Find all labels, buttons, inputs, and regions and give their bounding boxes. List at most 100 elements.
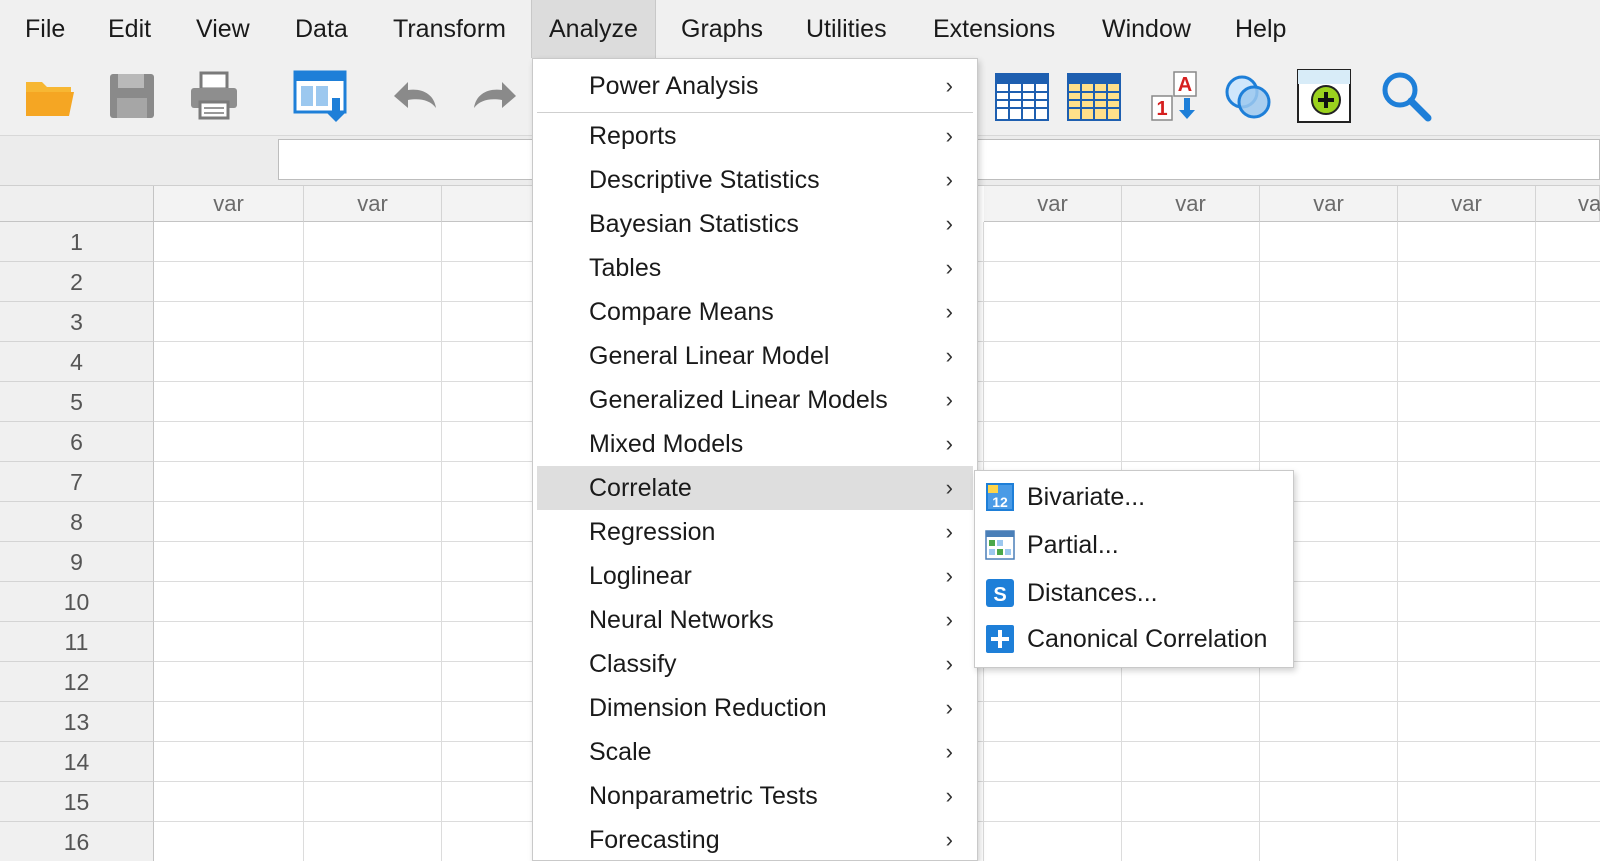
menu-item-dimension-reduction[interactable]: Dimension Reduction › <box>537 686 973 730</box>
menu-edit[interactable]: Edit <box>108 0 151 58</box>
row-header[interactable]: 15 <box>0 782 154 822</box>
row-header[interactable]: 16 <box>0 822 154 861</box>
menu-item-mixed-models[interactable]: Mixed Models › <box>537 422 973 466</box>
menu-item-regression[interactable]: Regression › <box>537 510 973 554</box>
submenu-item-partial[interactable]: Partial... <box>979 522 1291 568</box>
menu-item-reports[interactable]: Reports › <box>537 114 973 158</box>
row-header[interactable]: 14 <box>0 742 154 782</box>
menu-view[interactable]: View <box>196 0 250 58</box>
submenu-item-canonical-correlation[interactable]: Canonical Correlation <box>979 616 1291 662</box>
grid-corner[interactable] <box>0 186 154 222</box>
menu-item-label: Scale <box>589 738 652 766</box>
menu-item-tables[interactable]: Tables › <box>537 246 973 290</box>
menu-item-label: Nonparametric Tests <box>589 782 818 810</box>
menu-item-label: Descriptive Statistics <box>589 166 820 194</box>
row-header[interactable]: 7 <box>0 462 154 502</box>
menu-item-label: Forecasting <box>589 826 720 854</box>
recall-dialog-icon[interactable] <box>292 68 348 124</box>
menu-utilities[interactable]: Utilities <box>806 0 887 58</box>
menu-item-nonparametric-tests[interactable]: Nonparametric Tests › <box>537 774 973 818</box>
row-header[interactable]: 5 <box>0 382 154 422</box>
chevron-right-icon: › <box>945 255 953 280</box>
grid-column-line <box>1535 222 1536 861</box>
canonical-correlation-icon <box>986 625 1014 653</box>
data-view-icon[interactable] <box>1066 68 1122 124</box>
submenu-item-label: Canonical Correlation <box>1027 625 1268 653</box>
menu-item-descriptive-statistics[interactable]: Descriptive Statistics › <box>537 158 973 202</box>
partial-icon <box>985 530 1015 560</box>
menu-item-scale[interactable]: Scale › <box>537 730 973 774</box>
column-header[interactable]: var <box>304 186 442 222</box>
grid-column-line <box>1397 222 1398 861</box>
row-header[interactable]: 6 <box>0 422 154 462</box>
add-icon[interactable] <box>1296 68 1352 124</box>
use-sets-icon[interactable] <box>1220 68 1276 124</box>
chevron-right-icon: › <box>945 475 953 500</box>
chevron-right-icon: › <box>945 387 953 412</box>
menu-analyze[interactable]: Analyze <box>531 0 656 58</box>
menu-item-label: Loglinear <box>589 562 692 590</box>
print-icon[interactable] <box>186 68 242 124</box>
menu-item-neural-networks[interactable]: Neural Networks › <box>537 598 973 642</box>
column-header[interactable]: var <box>154 186 304 222</box>
chevron-right-icon: › <box>945 73 953 98</box>
submenu-item-bivariate[interactable]: 12 Bivariate... <box>979 474 1291 520</box>
bivariate-icon: 12 <box>986 483 1014 511</box>
svg-text:1: 1 <box>1156 98 1167 120</box>
menu-file[interactable]: File <box>25 0 65 58</box>
menu-item-label: Reports <box>589 122 677 150</box>
menu-item-power-analysis[interactable]: Power Analysis › <box>537 64 973 108</box>
menu-extensions[interactable]: Extensions <box>933 0 1055 58</box>
search-icon[interactable] <box>1378 68 1434 124</box>
chevron-right-icon: › <box>945 123 953 148</box>
redo-icon[interactable] <box>468 68 524 124</box>
analyze-menu: Power Analysis › Reports › Descriptive Sta… <box>532 58 978 861</box>
menu-graphs[interactable]: Graphs <box>681 0 763 58</box>
column-header[interactable]: var <box>1260 186 1398 222</box>
menu-item-generalized-linear-models[interactable]: Generalized Linear Models › <box>537 378 973 422</box>
svg-text:A: A <box>1178 74 1192 96</box>
menu-item-compare-means[interactable]: Compare Means › <box>537 290 973 334</box>
chevron-right-icon: › <box>945 299 953 324</box>
value-labels-icon[interactable]: A1 <box>1148 68 1204 124</box>
row-header[interactable]: 9 <box>0 542 154 582</box>
row-header[interactable]: 4 <box>0 342 154 382</box>
column-header[interactable]: var <box>1398 186 1536 222</box>
menu-data[interactable]: Data <box>295 0 348 58</box>
menu-window[interactable]: Window <box>1102 0 1191 58</box>
column-header[interactable]: var <box>984 186 1122 222</box>
row-header[interactable]: 11 <box>0 622 154 662</box>
open-folder-icon[interactable] <box>22 68 78 124</box>
menu-item-correlate[interactable]: Correlate › <box>537 466 973 510</box>
distances-icon: S <box>986 579 1014 607</box>
chevron-right-icon: › <box>945 211 953 236</box>
menu-transform[interactable]: Transform <box>393 0 506 58</box>
column-header[interactable]: var <box>1122 186 1260 222</box>
menu-help[interactable]: Help <box>1235 0 1286 58</box>
variables-view-icon[interactable] <box>994 68 1050 124</box>
menu-item-loglinear[interactable]: Loglinear › <box>537 554 973 598</box>
column-header[interactable]: va <box>1536 186 1600 222</box>
row-header[interactable]: 8 <box>0 502 154 542</box>
chevron-right-icon: › <box>945 827 953 852</box>
undo-icon[interactable] <box>386 68 442 124</box>
submenu-item-distances[interactable]: S Distances... <box>979 570 1291 616</box>
cell-reference-box[interactable] <box>2 138 272 182</box>
chevron-right-icon: › <box>945 607 953 632</box>
svg-text:S: S <box>993 584 1006 606</box>
menu-item-general-linear-model[interactable]: General Linear Model › <box>537 334 973 378</box>
row-header[interactable]: 2 <box>0 262 154 302</box>
row-header[interactable]: 12 <box>0 662 154 702</box>
menu-item-label: Mixed Models <box>589 430 744 458</box>
row-header[interactable]: 3 <box>0 302 154 342</box>
menu-item-label: Classify <box>589 650 677 678</box>
menu-item-bayesian-statistics[interactable]: Bayesian Statistics › <box>537 202 973 246</box>
row-header[interactable]: 13 <box>0 702 154 742</box>
menu-item-label: Power Analysis <box>589 72 759 100</box>
row-header[interactable]: 1 <box>0 222 154 262</box>
row-header[interactable]: 10 <box>0 582 154 622</box>
menu-item-classify[interactable]: Classify › <box>537 642 973 686</box>
save-icon[interactable] <box>104 68 160 124</box>
menu-item-forecasting[interactable]: Forecasting › <box>537 818 973 861</box>
menu-item-label: Bayesian Statistics <box>589 210 799 238</box>
